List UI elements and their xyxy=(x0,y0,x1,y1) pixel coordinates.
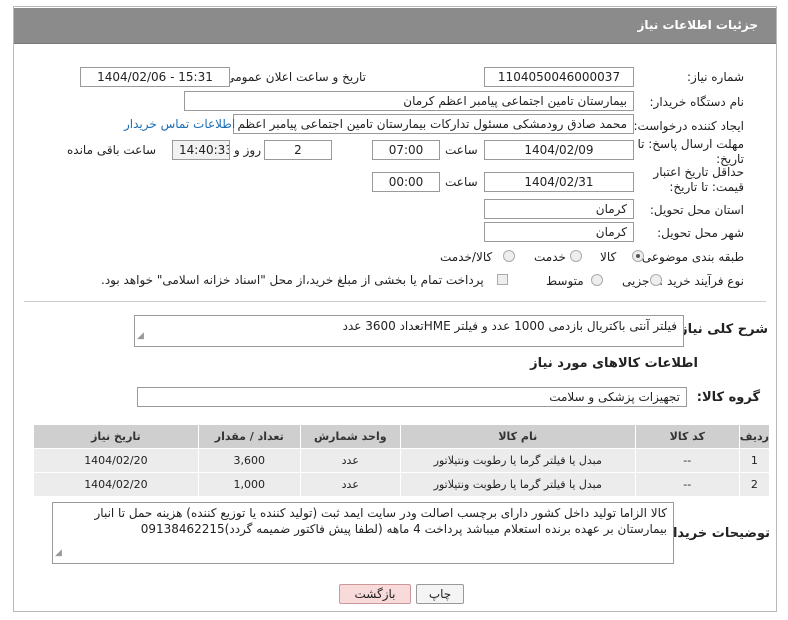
cell-name: مبدل یا فیلتر گرما یا رطوبت ونتیلاتور xyxy=(399,448,636,473)
need-number-label: شماره نیاز: xyxy=(687,70,744,84)
announce-label: تاریخ و ساعت اعلان عمومی: xyxy=(221,70,366,84)
col-unit: واحد شمارش xyxy=(299,424,401,449)
announce-field: 1404/02/06 - 15:31 xyxy=(80,67,230,87)
validity-date-field: 1404/02/31 xyxy=(484,172,634,192)
deadline-time-field: 07:00 xyxy=(372,140,440,160)
cell-qty: 1,000 xyxy=(197,472,301,497)
process-medium-radio[interactable] xyxy=(591,274,603,286)
summary-text: فیلتر آنتی باکتریال بازدمی 1000 عدد و فی… xyxy=(342,319,677,333)
days-field: 2 xyxy=(264,140,332,160)
treasury-checkbox[interactable] xyxy=(497,274,508,285)
goods-group-field: تجهیزات پزشکی و سلامت xyxy=(137,387,687,407)
deadline-label: مهلت ارسال پاسخ: تا تاریخ: xyxy=(637,137,744,166)
process-minor-radio[interactable] xyxy=(650,274,662,286)
validity-label: حداقل تاریخ اعتبار قیمت: تا تاریخ: xyxy=(653,165,744,194)
deadline-date-field: 1404/02/09 xyxy=(484,140,634,160)
buyer-notes-textarea: کالا الزاما تولید داخل کشور دارای برچسب … xyxy=(52,502,674,564)
process-minor-label: جزیی xyxy=(622,274,650,288)
divider xyxy=(24,301,766,302)
cell-date: 1404/02/20 xyxy=(33,448,199,473)
category-goods-label: کالا xyxy=(600,250,617,264)
cell-qty: 3,600 xyxy=(197,448,301,473)
category-service-radio[interactable] xyxy=(570,250,582,262)
buyer-org-field: بیمارستان تامین اجتماعی پیامبر اعظم کرما… xyxy=(184,91,634,111)
creator-field: محمد صادق رودمشکی مسئول تدارکات بیمارستا… xyxy=(233,114,634,134)
panel-header: جزئیات اطلاعات نیاز xyxy=(14,8,776,44)
cell-date: 1404/02/20 xyxy=(33,472,199,497)
cell-row: 1 xyxy=(738,448,771,473)
table-row[interactable]: 2 -- مبدل یا فیلتر گرما یا رطوبت ونتیلات… xyxy=(33,472,771,497)
cell-name: مبدل یا فیلتر گرما یا رطوبت ونتیلاتور xyxy=(399,472,636,497)
category-label: طبقه بندی موضوعی: xyxy=(637,250,744,264)
print-button[interactable]: چاپ xyxy=(416,584,464,604)
category-both-radio[interactable] xyxy=(503,250,515,262)
col-qty: تعداد / مقدار xyxy=(197,424,301,449)
contact-buyer-link[interactable]: اطلاعات تماس خریدار xyxy=(124,117,235,131)
col-row: ردیف xyxy=(738,424,771,449)
back-button[interactable]: بازگشت xyxy=(339,584,411,604)
resize-grip-icon[interactable]: ◢ xyxy=(137,328,144,344)
remaining-time-field: 14:40:33 xyxy=(172,140,230,160)
days-label: روز و xyxy=(234,143,261,157)
buyer-org-label: نام دستگاه خریدار: xyxy=(649,95,745,109)
validity-time-label: ساعت xyxy=(445,175,478,189)
buyer-notes-text: کالا الزاما تولید داخل کشور دارای برچسب … xyxy=(94,506,668,536)
table-header-row: ردیف کد کالا نام کالا واحد شمارش تعداد /… xyxy=(33,424,771,449)
goods-group-label: گروه کالا: xyxy=(696,390,760,405)
category-goods-radio[interactable] xyxy=(632,250,644,262)
process-note: پرداخت تمام یا بخشی از مبلغ خرید،از محل … xyxy=(101,273,484,287)
province-label: استان محل تحویل: xyxy=(649,203,744,217)
province-field: کرمان xyxy=(484,199,634,219)
need-number-field: 1104050046000037 xyxy=(484,67,634,87)
panel-title: جزئیات اطلاعات نیاز xyxy=(637,18,758,32)
summary-label: شرح کلی نیاز: xyxy=(674,322,768,337)
goods-section-title: اطلاعات کالاهای مورد نیاز xyxy=(530,356,698,371)
process-medium-label: متوسط xyxy=(546,274,584,288)
col-name: نام کالا xyxy=(399,424,636,449)
process-label: نوع فرآیند خرید : xyxy=(659,274,744,288)
city-field: کرمان xyxy=(484,222,634,242)
buyer-notes-label: توضیحات خریدار: xyxy=(660,526,770,541)
summary-textarea: فیلتر آنتی باکتریال بازدمی 1000 عدد و فی… xyxy=(134,315,684,347)
col-code: کد کالا xyxy=(634,424,740,449)
cell-row: 2 xyxy=(738,472,771,497)
cell-code: -- xyxy=(634,448,740,473)
category-both-label: کالا/خدمت xyxy=(440,250,493,264)
cell-code: -- xyxy=(634,472,740,497)
items-table: ردیف کد کالا نام کالا واحد شمارش تعداد /… xyxy=(33,424,771,497)
validity-time-field: 00:00 xyxy=(372,172,440,192)
cell-unit: عدد xyxy=(299,448,401,473)
table-row[interactable]: 1 -- مبدل یا فیلتر گرما یا رطوبت ونتیلات… xyxy=(33,448,771,473)
cell-unit: عدد xyxy=(299,472,401,497)
resize-grip-icon[interactable]: ◢ xyxy=(55,545,62,561)
creator-label: ایجاد کننده درخواست: xyxy=(633,119,744,133)
deadline-time-label: ساعت xyxy=(445,143,478,157)
remaining-label: ساعت باقی مانده xyxy=(67,143,157,157)
city-label: شهر محل تحویل: xyxy=(657,226,744,240)
col-date: تاریخ نیاز xyxy=(33,424,199,449)
category-service-label: خدمت xyxy=(534,250,566,264)
